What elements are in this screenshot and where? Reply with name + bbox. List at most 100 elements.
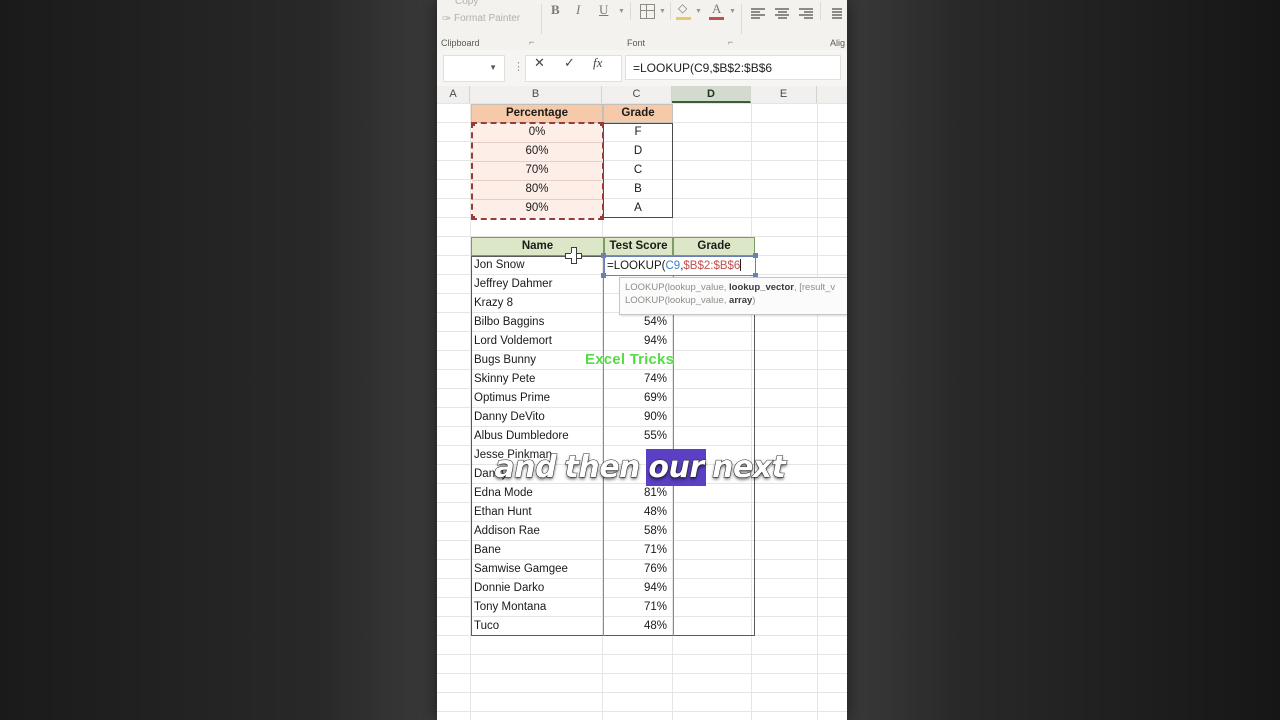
fill-handle[interactable] — [753, 253, 758, 258]
intellisense-line-2: LOOKUP(lookup_value, array) — [625, 294, 847, 307]
formula-prefix: =LOOKUP( — [607, 260, 666, 272]
lookup-header-percentage-label: Percentage — [505, 107, 568, 119]
align-left-button[interactable] — [751, 8, 765, 19]
main-cell-score[interactable]: 48% — [603, 617, 667, 636]
main-cell-score[interactable]: 81% — [603, 484, 667, 503]
main-cell-name[interactable]: Samwise Gamgee — [474, 560, 568, 579]
main-cell-score[interactable]: 76% — [603, 560, 667, 579]
group-divider — [670, 2, 671, 20]
main-cell-name[interactable]: Bugs Bunny — [474, 351, 536, 370]
font-color-chevron-down-icon[interactable]: ▼ — [729, 8, 736, 15]
main-cell-score[interactable]: 71% — [603, 541, 667, 560]
lookup-cell-grade[interactable]: B — [603, 180, 673, 199]
main-cell-score[interactable]: 74% — [603, 370, 667, 389]
main-cell-name[interactable]: Tony Montana — [474, 598, 546, 617]
main-cell-name[interactable]: Jesse Pinkman — [474, 446, 552, 465]
underline-chevron-down-icon[interactable]: ▼ — [618, 8, 625, 15]
intellisense-line-1: LOOKUP(lookup_value, lookup_vector, [res… — [625, 281, 847, 294]
marching-ants-selection — [471, 122, 604, 220]
main-cell-name[interactable]: Lord Voldemort — [474, 332, 552, 351]
insert-function-icon[interactable]: fx — [593, 55, 602, 71]
main-cell-name[interactable]: Jon Snow — [474, 256, 525, 275]
fill-handle[interactable] — [601, 253, 606, 258]
main-header-name-label: Name — [521, 240, 554, 252]
fill-color-icon[interactable]: ◇ — [678, 1, 687, 16]
main-cell-name[interactable]: Bane — [474, 541, 501, 560]
active-formula-cell[interactable]: =LOOKUP(C9,$B$2:$B$6 — [604, 256, 756, 276]
main-cell-score[interactable]: 90% — [603, 408, 667, 427]
formula-input[interactable]: =LOOKUP(C9,$B$2:$B$6 — [625, 55, 841, 80]
main-cell-name[interactable]: Optimus Prime — [474, 389, 550, 408]
intellisense-line1-pre: LOOKUP(lookup_value, — [625, 282, 730, 293]
main-cell-name[interactable]: Danny — [474, 465, 507, 484]
column-headers: A B C D E — [437, 86, 847, 104]
lookup-cell-grade[interactable]: A — [603, 199, 673, 218]
column-header-c[interactable]: C — [602, 86, 672, 103]
main-cell-score[interactable]: 94% — [603, 332, 667, 351]
confirm-formula-icon[interactable]: ✓ — [564, 55, 575, 71]
main-cell-score[interactable]: 58% — [603, 522, 667, 541]
font-dialog-launcher[interactable]: ⌐ — [728, 37, 733, 47]
group-divider — [820, 2, 821, 20]
column-header-a[interactable]: A — [437, 86, 470, 103]
formula-bar-handle[interactable]: ⋮ — [513, 60, 524, 73]
lookup-cell-grade[interactable]: D — [603, 142, 673, 161]
main-cell-name[interactable]: Ethan Hunt — [474, 503, 532, 522]
main-header-grade-label: Grade — [697, 240, 731, 252]
lookup-cell-grade[interactable]: C — [603, 161, 673, 180]
italic-button[interactable]: I — [576, 2, 580, 18]
main-cell-score[interactable] — [603, 446, 667, 465]
main-cell-score[interactable]: 55% — [603, 427, 667, 446]
main-cell-name[interactable]: Edna Mode — [474, 484, 533, 503]
name-box[interactable]: ▼ — [443, 55, 505, 82]
borders-icon[interactable] — [640, 4, 655, 19]
name-box-chevron-down-icon[interactable]: ▼ — [489, 63, 497, 72]
clipboard-dialog-launcher[interactable]: ⌐ — [529, 37, 534, 47]
align-right-button[interactable] — [799, 8, 813, 19]
main-header-test-score-label: Test Score — [609, 240, 668, 252]
main-cell-score[interactable]: 71% — [603, 598, 667, 617]
main-cell-name[interactable]: Bilbo Baggins — [474, 313, 544, 332]
lookup-header-grade-label: Grade — [621, 107, 655, 119]
decrease-indent-button[interactable] — [828, 8, 842, 19]
intellisense-line2-pre: LOOKUP(lookup_value, — [625, 295, 730, 306]
lookup-cell-grade[interactable]: F — [603, 123, 673, 142]
fill-handle[interactable] — [601, 273, 606, 278]
main-cell-name[interactable]: Albus Dumbledore — [474, 427, 569, 446]
main-cell-name[interactable]: Jeffrey Dahmer — [474, 275, 552, 294]
text-caret — [740, 259, 742, 271]
main-cell-score[interactable]: 54% — [603, 313, 667, 332]
main-cell-name[interactable]: Tuco — [474, 617, 499, 636]
format-painter-icon: ✑ — [442, 13, 452, 25]
main-cell-name[interactable]: Addison Rae — [474, 522, 540, 541]
intellisense-line1-bold: lookup_vector — [729, 282, 794, 293]
column-header-b[interactable]: B — [470, 86, 602, 103]
font-color-swatch — [709, 17, 724, 20]
column-header-e[interactable]: E — [751, 86, 817, 103]
font-color-button[interactable]: A — [712, 1, 721, 17]
main-cell-score[interactable]: 94% — [603, 579, 667, 598]
clipboard-group-label: Clipboard — [441, 38, 480, 48]
format-painter-button[interactable]: Format Painter — [454, 13, 520, 24]
borders-chevron-down-icon[interactable]: ▼ — [659, 8, 666, 15]
fill-color-chevron-down-icon[interactable]: ▼ — [695, 8, 702, 15]
spreadsheet-grid[interactable]: Percentage Grade 0% 60% 70% 80% 90% F D … — [437, 103, 847, 720]
formula-bar: ▼ ⋮ ✕ ✓ fx =LOOKUP(C9,$B$2:$B$6 — [437, 50, 847, 87]
intellisense-line2-post: ) — [752, 295, 756, 306]
underline-button[interactable]: U — [599, 2, 608, 18]
main-cell-score[interactable]: 69% — [603, 389, 667, 408]
formula-ref-c9: C9 — [665, 260, 681, 272]
cancel-formula-icon[interactable]: ✕ — [534, 55, 545, 71]
column-header-d[interactable]: D — [672, 86, 751, 103]
main-cell-name[interactable]: Krazy 8 — [474, 294, 513, 313]
main-cell-name[interactable]: Skinny Pete — [474, 370, 535, 389]
main-cell-score[interactable] — [603, 465, 667, 484]
copy-button[interactable]: Copy — [455, 0, 478, 7]
align-center-button[interactable] — [775, 8, 789, 19]
intellisense-tooltip: LOOKUP(lookup_value, lookup_vector, [res… — [619, 277, 847, 315]
main-cell-name[interactable]: Donnie Darko — [474, 579, 544, 598]
main-cell-score[interactable]: 48% — [603, 503, 667, 522]
ribbon-group-alignment: Alig — [742, 0, 847, 50]
bold-button[interactable]: B — [551, 2, 560, 18]
main-cell-name[interactable]: Danny DeVito — [474, 408, 545, 427]
